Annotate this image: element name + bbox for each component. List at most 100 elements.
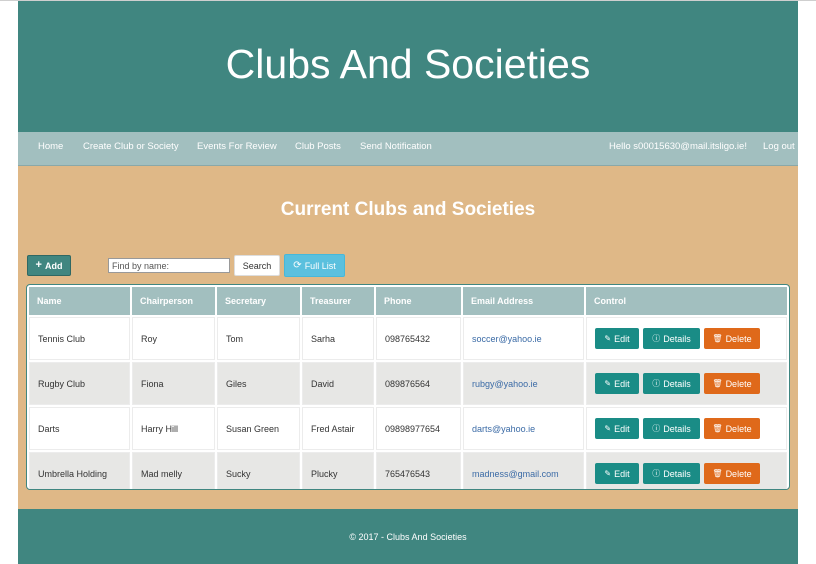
cell-chairperson: Roy xyxy=(132,317,215,360)
col-header-control: Control xyxy=(586,287,787,315)
cell-control: ✎ Edit ⓘ Details 🗑 Delete xyxy=(586,452,787,489)
refresh-icon: ⟳ xyxy=(293,259,302,271)
edit-button[interactable]: ✎ Edit xyxy=(595,373,639,394)
cell-control: ✎ Edit ⓘ Details 🗑 Delete xyxy=(586,407,787,450)
edit-label: Edit xyxy=(614,468,630,479)
edit-button[interactable]: ✎ Edit xyxy=(595,328,639,349)
site-title: Clubs And Societies xyxy=(225,41,591,87)
cell-treasurer: Plucky xyxy=(302,452,374,489)
cell-name: Umbrella Holding xyxy=(29,452,130,489)
cell-email: soccer@yahoo.ie xyxy=(463,317,584,360)
cell-treasurer: Sarha xyxy=(302,317,374,360)
details-label: Details xyxy=(663,423,691,434)
details-button[interactable]: ⓘ Details xyxy=(643,373,700,394)
table-header-row: Name Chairperson Secretary Treasurer Pho… xyxy=(29,287,787,315)
cell-name: Darts xyxy=(29,407,130,450)
delete-label: Delete xyxy=(725,333,752,344)
add-button[interactable]: + Add xyxy=(27,255,71,276)
delete-button[interactable]: 🗑 Delete xyxy=(704,418,760,439)
table-row: Tennis Club Roy Tom Sarha 098765432 socc… xyxy=(29,317,787,360)
table-row: Rugby Club Fiona Giles David 089876564 r… xyxy=(29,362,787,405)
edit-icon: ✎ xyxy=(604,468,612,478)
cell-secretary: Susan Green xyxy=(217,407,300,450)
search-button[interactable]: Search xyxy=(234,255,280,276)
trash-icon: 🗑 xyxy=(712,423,723,433)
nav-logout[interactable]: Log out xyxy=(763,132,795,165)
details-button[interactable]: ⓘ Details xyxy=(643,463,700,484)
trash-icon: 🗑 xyxy=(712,378,723,388)
info-icon: ⓘ xyxy=(652,378,661,388)
col-header-treasurer: Treasurer xyxy=(302,287,374,315)
details-button[interactable]: ⓘ Details xyxy=(643,328,700,349)
cell-treasurer: Fred Astair xyxy=(302,407,374,450)
info-icon: ⓘ xyxy=(652,468,661,478)
cell-email: rubgy@yahoo.ie xyxy=(463,362,584,405)
info-icon: ⓘ xyxy=(652,333,661,343)
nav-send-notification[interactable]: Send Notification xyxy=(360,132,432,165)
site-footer: © 2017 - Clubs And Societies xyxy=(18,509,798,564)
nav-events-for-review[interactable]: Events For Review xyxy=(197,132,277,165)
trash-icon: 🗑 xyxy=(712,333,723,343)
cell-secretary: Sucky xyxy=(217,452,300,489)
edit-label: Edit xyxy=(614,378,630,389)
cell-email: madness@gmail.com xyxy=(463,452,584,489)
cell-name: Rugby Club xyxy=(29,362,130,405)
delete-button[interactable]: 🗑 Delete xyxy=(704,373,760,394)
nav-user-greeting[interactable]: Hello s00015630@mail.itsligo.ie! xyxy=(609,132,747,165)
delete-label: Delete xyxy=(725,423,752,434)
cell-control: ✎ Edit ⓘ Details 🗑 Delete xyxy=(586,317,787,360)
col-header-secretary: Secretary xyxy=(217,287,300,315)
plus-icon: + xyxy=(35,259,42,271)
details-label: Details xyxy=(663,333,691,344)
edit-icon: ✎ xyxy=(604,333,612,343)
edit-label: Edit xyxy=(614,423,630,434)
cell-chairperson: Mad melly xyxy=(132,452,215,489)
details-label: Details xyxy=(663,378,691,389)
edit-button[interactable]: ✎ Edit xyxy=(595,463,639,484)
details-label: Details xyxy=(663,468,691,479)
col-header-phone: Phone xyxy=(376,287,461,315)
cell-phone: 09898977654 xyxy=(376,407,461,450)
page-heading: Current Clubs and Societies xyxy=(280,199,536,220)
cell-name: Tennis Club xyxy=(29,317,130,360)
cell-secretary: Tom xyxy=(217,317,300,360)
cell-chairperson: Harry Hill xyxy=(132,407,215,450)
cell-phone: 765476543 xyxy=(376,452,461,489)
cell-control: ✎ Edit ⓘ Details 🗑 Delete xyxy=(586,362,787,405)
clubs-table: Name Chairperson Secretary Treasurer Pho… xyxy=(26,284,790,490)
full-list-label: Full List xyxy=(304,260,336,271)
cell-secretary: Giles xyxy=(217,362,300,405)
cell-phone: 089876564 xyxy=(376,362,461,405)
table-row: Umbrella Holding Mad melly Sucky Plucky … xyxy=(29,452,787,489)
nav-home[interactable]: Home xyxy=(38,132,63,165)
cell-phone: 098765432 xyxy=(376,317,461,360)
cell-chairperson: Fiona xyxy=(132,362,215,405)
navbar: Home Create Club or Society Events For R… xyxy=(18,132,798,166)
cell-treasurer: David xyxy=(302,362,374,405)
site-header: Clubs And Societies xyxy=(18,1,798,132)
col-header-email: Email Address xyxy=(463,287,584,315)
col-header-name: Name xyxy=(29,287,130,315)
edit-icon: ✎ xyxy=(604,378,612,388)
main-content: Current Clubs and Societies + Add Search… xyxy=(18,166,798,509)
details-button[interactable]: ⓘ Details xyxy=(643,418,700,439)
col-header-chairperson: Chairperson xyxy=(132,287,215,315)
cell-email: darts@yahoo.ie xyxy=(463,407,584,450)
edit-button[interactable]: ✎ Edit xyxy=(595,418,639,439)
add-button-label: Add xyxy=(44,260,63,271)
delete-label: Delete xyxy=(725,468,752,479)
delete-label: Delete xyxy=(725,378,752,389)
edit-icon: ✎ xyxy=(604,423,612,433)
nav-club-posts[interactable]: Club Posts xyxy=(295,132,341,165)
page: Clubs And Societies Home Create Club or … xyxy=(18,1,798,564)
nav-create-club[interactable]: Create Club or Society xyxy=(83,132,179,165)
delete-button[interactable]: 🗑 Delete xyxy=(704,463,760,484)
table-row: Darts Harry Hill Susan Green Fred Astair… xyxy=(29,407,787,450)
delete-button[interactable]: 🗑 Delete xyxy=(704,328,760,349)
trash-icon: 🗑 xyxy=(712,468,723,478)
footer-copyright: © 2017 - Clubs And Societies xyxy=(349,531,467,542)
search-input[interactable] xyxy=(108,258,230,273)
full-list-button[interactable]: ⟳ Full List xyxy=(284,254,345,277)
edit-label: Edit xyxy=(614,333,630,344)
info-icon: ⓘ xyxy=(652,423,661,433)
